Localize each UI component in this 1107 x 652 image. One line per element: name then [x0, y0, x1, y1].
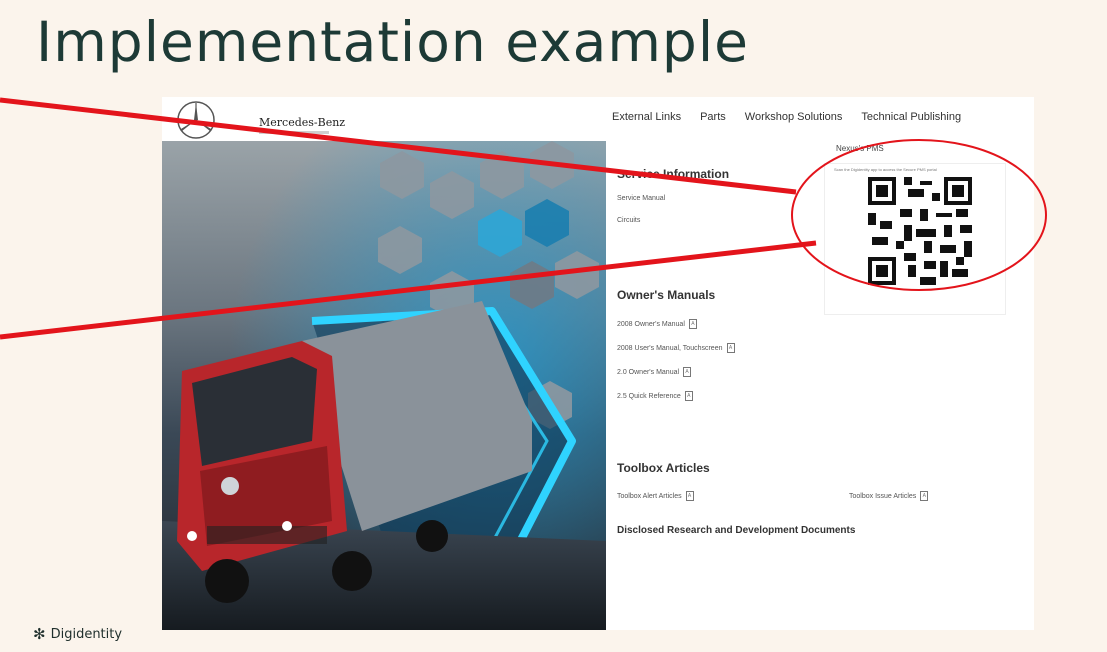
link-service-manual[interactable]: Service Manual	[617, 195, 665, 202]
pdf-icon[interactable]: A	[688, 319, 697, 329]
truck-illustration	[162, 141, 606, 630]
nav-parts[interactable]: Parts	[700, 111, 726, 123]
pdf-icon[interactable]: A	[683, 367, 692, 377]
digidentity-logo: ✻ Digidentity	[33, 625, 123, 643]
section-heading-owners: Owner's Manuals	[617, 288, 716, 302]
pdf-icon[interactable]: A	[684, 391, 693, 401]
nav-external-links[interactable]: External Links	[612, 111, 681, 123]
link-toolbox-alert-articles[interactable]: Toolbox Alert Articles A	[617, 491, 694, 501]
section-heading-service: Service Information	[617, 167, 730, 181]
brand-name: Mercedes-Benz	[259, 116, 345, 134]
section-heading-toolbox: Toolbox Articles	[617, 461, 710, 475]
link-2-5-quick-reference[interactable]: 2.5 Quick Reference A	[617, 391, 693, 401]
top-nav: External Links Parts Workshop Solutions …	[612, 111, 961, 123]
slide-title: Implementation example	[36, 10, 749, 74]
website-screenshot: Mercedes-Benz External Links Parts Works…	[162, 97, 1034, 630]
qr-code-icon[interactable]	[868, 177, 972, 285]
nav-workshop-solutions[interactable]: Workshop Solutions	[745, 111, 843, 123]
qr-caption: Scan the Digidentity app to access the S…	[834, 167, 937, 172]
hero-image	[162, 141, 606, 630]
qr-title: Nexus's PMS	[836, 144, 884, 153]
pdf-icon[interactable]: A	[685, 491, 694, 501]
pdf-icon[interactable]: A	[726, 343, 735, 353]
site-header: Mercedes-Benz External Links Parts Works…	[162, 97, 1034, 141]
sparkle-icon: ✻	[33, 625, 46, 643]
section-heading-disclosed[interactable]: Disclosed Research and Development Docum…	[617, 525, 855, 536]
link-toolbox-issue-articles[interactable]: Toolbox Issue Articles A	[849, 491, 929, 501]
link-2008-owners-manual[interactable]: 2008 Owner's Manual A	[617, 319, 697, 329]
link-2-0-owners-manual[interactable]: 2.0 Owner's Manual A	[617, 367, 692, 377]
link-2008-users-manual[interactable]: 2008 User's Manual, Touchscreen A	[617, 343, 735, 353]
pdf-icon[interactable]: A	[920, 491, 929, 501]
nav-technical-publishing[interactable]: Technical Publishing	[861, 111, 961, 123]
link-circuits[interactable]: Circuits	[617, 217, 640, 224]
mercedes-star-icon[interactable]	[176, 100, 216, 140]
